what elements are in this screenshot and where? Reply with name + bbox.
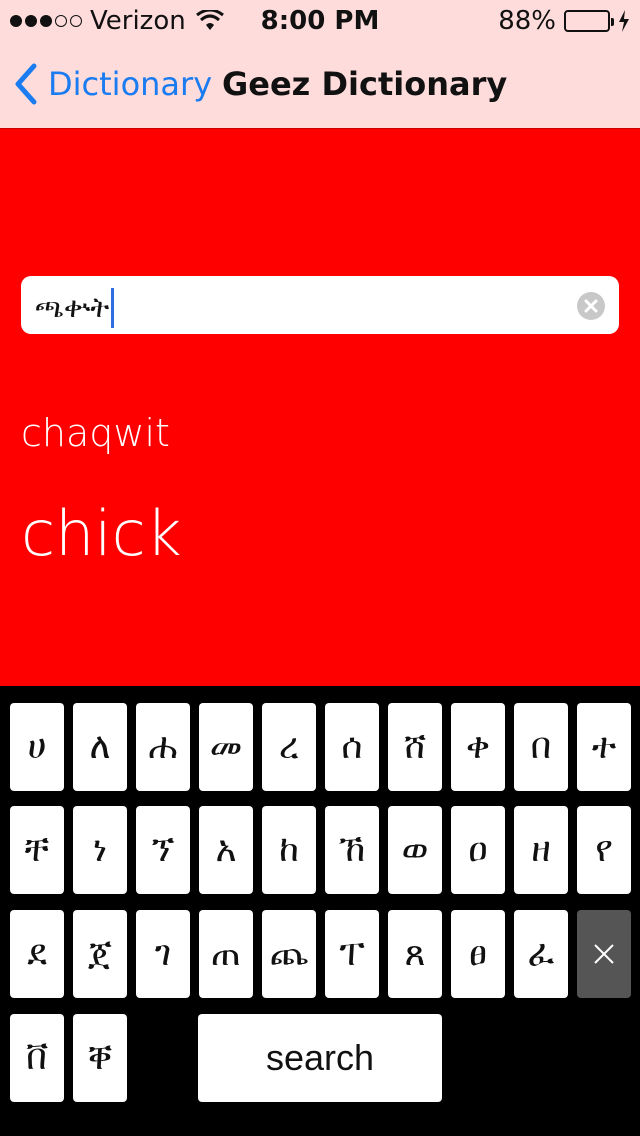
close-icon — [594, 944, 614, 964]
battery-icon — [564, 10, 614, 32]
key[interactable]: ረ — [262, 703, 316, 791]
main-content: ጫቍት chaqwit chick — [0, 128, 640, 686]
key[interactable]: ጀ — [73, 910, 127, 998]
key[interactable]: ኸ — [325, 806, 379, 894]
key[interactable]: ፐ — [325, 910, 379, 998]
search-value: ጫቍት — [35, 288, 115, 328]
key[interactable]: ዘ — [514, 806, 568, 894]
transliteration-text: chaqwit — [21, 411, 170, 455]
key[interactable]: ዐ — [451, 806, 505, 894]
key[interactable]: ጨ — [262, 910, 316, 998]
search-text: ጫቍት — [35, 291, 110, 324]
key[interactable]: የ — [577, 806, 631, 894]
navigation-bar: Dictionary Geez Dictionary — [0, 40, 640, 128]
search-button[interactable]: search — [198, 1014, 442, 1102]
charging-icon — [619, 10, 629, 32]
key[interactable]: ቀ — [451, 703, 505, 791]
geez-keyboard: ሀ ለ ሐ መ ረ ሰ ሸ ቀ በ ተ ቸ ነ ኘ አ ከ ኸ ወ ዐ ዘ የ … — [0, 686, 640, 1136]
search-input[interactable]: ጫቍት — [21, 276, 619, 334]
key[interactable]: ከ — [262, 806, 316, 894]
key[interactable]: በ — [514, 703, 568, 791]
delete-button[interactable] — [577, 910, 631, 998]
battery-percent: 88% — [498, 6, 556, 36]
page-title: Geez Dictionary — [222, 65, 508, 103]
clear-icon[interactable] — [577, 292, 605, 320]
header: Verizon 8:00 PM 88% Dictionary Geez Dict… — [0, 0, 640, 128]
key[interactable]: ኘ — [136, 806, 190, 894]
key[interactable]: ገ — [136, 910, 190, 998]
battery-indicator: 88% — [498, 6, 630, 36]
key[interactable]: ጠ — [199, 910, 253, 998]
key[interactable]: ሰ — [325, 703, 379, 791]
back-label: Dictionary — [48, 65, 213, 103]
key[interactable]: ደ — [10, 910, 64, 998]
key[interactable]: ተ — [577, 703, 631, 791]
key[interactable]: ወ — [388, 806, 442, 894]
key[interactable]: ቸ — [10, 806, 64, 894]
status-bar: Verizon 8:00 PM 88% — [0, 0, 640, 40]
key[interactable]: ሐ — [136, 703, 190, 791]
key[interactable]: አ — [199, 806, 253, 894]
key[interactable]: ነ — [73, 806, 127, 894]
key[interactable]: ጸ — [388, 910, 442, 998]
back-button[interactable]: Dictionary — [14, 40, 212, 128]
key[interactable]: ለ — [73, 703, 127, 791]
key[interactable]: መ — [199, 703, 253, 791]
meaning-text: chick — [21, 497, 182, 570]
key[interactable]: ሀ — [10, 703, 64, 791]
key[interactable]: ፈ — [514, 910, 568, 998]
text-cursor — [111, 288, 115, 328]
key[interactable]: ሸ — [388, 703, 442, 791]
chevron-left-icon — [15, 63, 37, 105]
key[interactable]: ቨ — [10, 1014, 64, 1102]
key[interactable]: ቐ — [73, 1014, 127, 1102]
key[interactable]: ፀ — [451, 910, 505, 998]
